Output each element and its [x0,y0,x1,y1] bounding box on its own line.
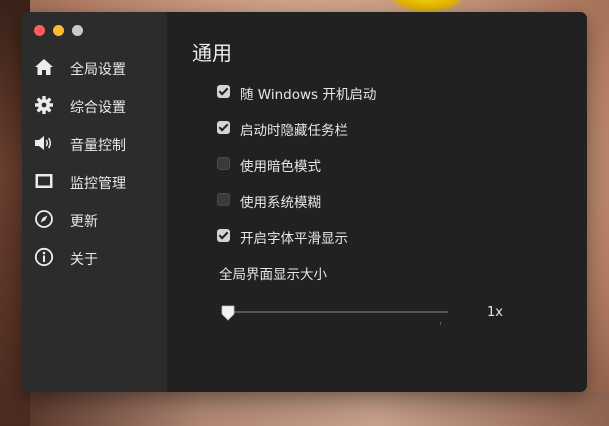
sidebar-item-label: 更新 [70,214,98,230]
speaker-icon [35,136,52,150]
option-label: 启动时隐藏任务栏 [240,123,348,139]
minimize-button[interactable] [53,25,64,36]
sidebar-item-label: 音量控制 [70,138,126,154]
option-label: 开启字体平滑显示 [240,231,348,247]
option-label: 随 Windows 开机启动 [240,87,377,103]
scale-slider-tick [440,322,441,325]
page-title: 通用 [192,41,232,65]
sidebar-item-label: 关于 [70,252,98,268]
sidebar-item-label: 全局设置 [70,62,126,78]
close-button[interactable] [34,25,45,36]
checkbox[interactable] [217,157,230,170]
content-panel: 通用 随 Windows 开机启动 启动时隐藏任务栏 使用暗色模式 使用系统模糊… [167,12,587,392]
option-font-smoothing[interactable]: 开启字体平滑显示 [217,226,517,247]
option-system-blur[interactable]: 使用系统模糊 [217,190,517,211]
sidebar-item-label: 监控管理 [70,176,126,192]
sidebar-item-monitor-management[interactable]: 监控管理 [22,164,167,198]
scale-label: 全局界面显示大小 [219,267,327,283]
checkbox[interactable] [217,229,230,242]
sidebar-item-label: 综合设置 [70,100,126,116]
option-dark-mode[interactable]: 使用暗色模式 [217,154,517,175]
option-hide-taskbar-on-start[interactable]: 启动时隐藏任务栏 [217,118,517,139]
home-icon [35,59,53,75]
checkbox[interactable] [217,85,230,98]
gear-icon [35,96,53,114]
sidebar-item-volume-control[interactable]: 音量控制 [22,126,167,160]
sidebar-item-general-settings[interactable]: 综合设置 [22,88,167,122]
option-label: 使用暗色模式 [240,159,321,175]
sidebar-item-global-settings[interactable]: 全局设置 [22,50,167,84]
sidebar-item-about[interactable]: 关于 [22,240,167,274]
compass-icon [35,210,53,228]
info-icon [34,247,54,267]
monitor-icon [35,174,53,188]
sidebar-item-update[interactable]: 更新 [22,202,167,236]
checkbox[interactable] [217,193,230,206]
option-label: 使用系统模糊 [240,195,321,211]
settings-window: 全局设置 综合设置 音量控制 监控管理 更新 关于 通用 随 Windows 开… [22,12,587,392]
scale-slider-thumb[interactable] [221,305,235,321]
sidebar: 全局设置 综合设置 音量控制 监控管理 更新 关于 [22,12,167,392]
checkbox[interactable] [217,121,230,134]
option-start-with-windows[interactable]: 随 Windows 开机启动 [217,82,517,103]
maximize-button[interactable] [72,25,83,36]
scale-value: 1x [487,305,503,320]
scale-slider-track[interactable] [226,311,448,313]
background-photo-bottom [30,392,609,426]
